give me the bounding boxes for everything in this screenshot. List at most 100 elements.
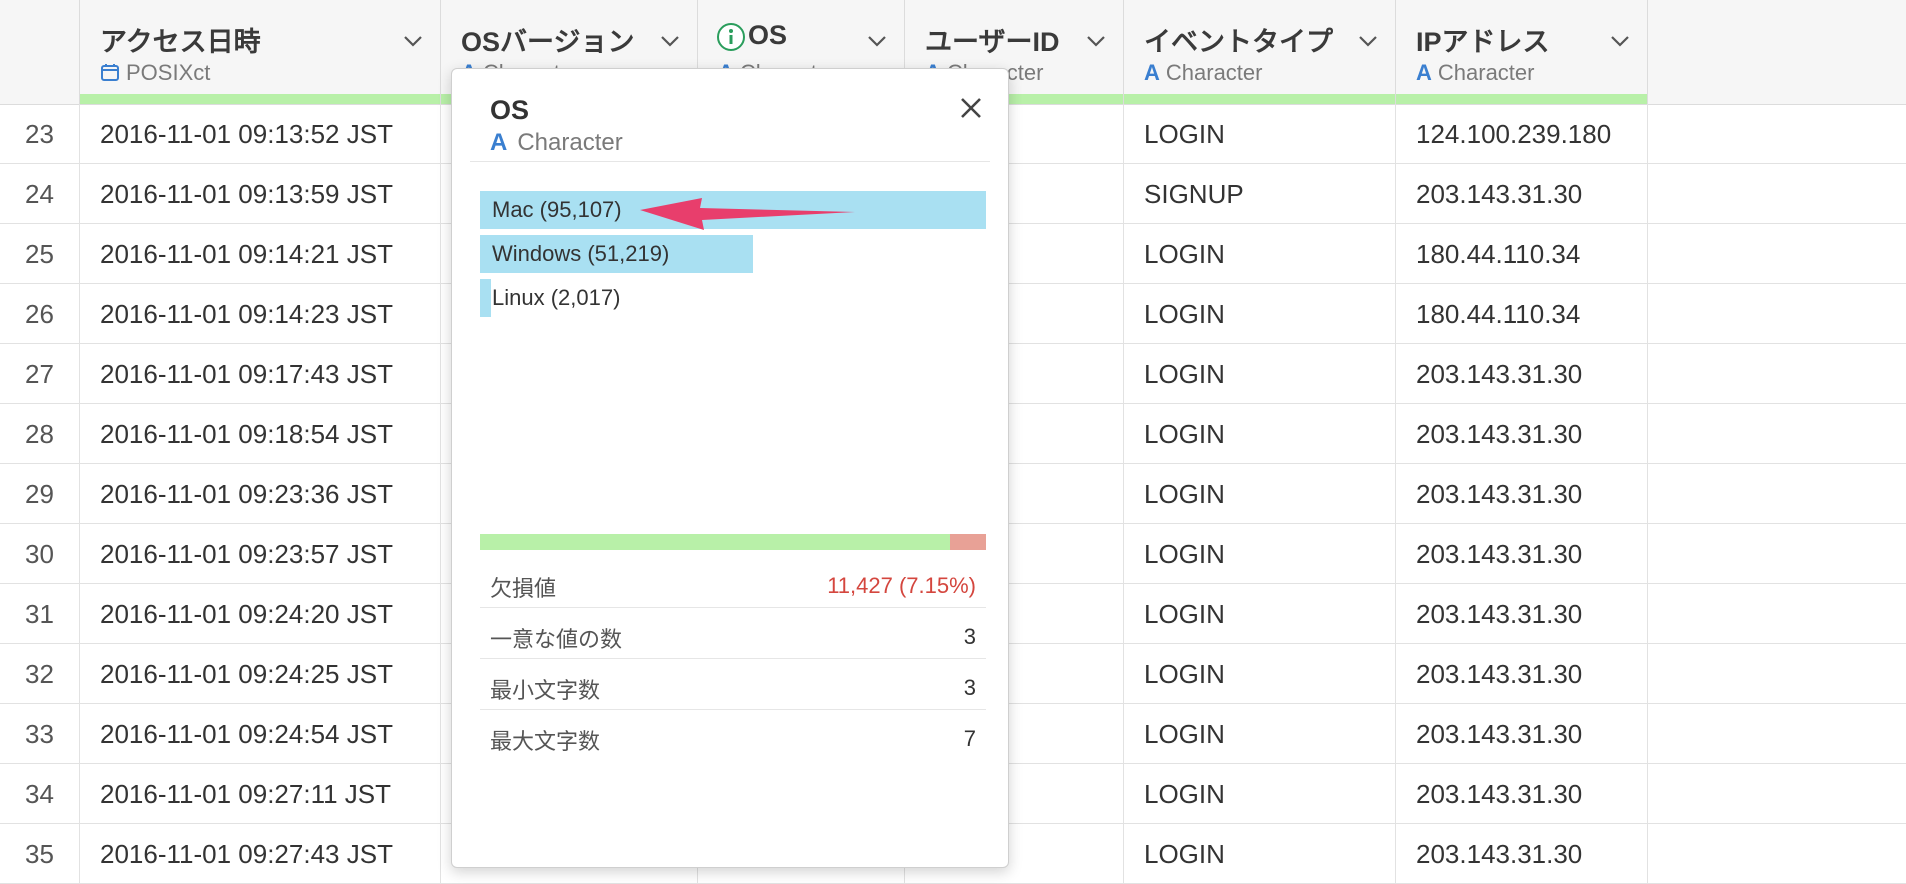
row-number[interactable]: 26	[0, 284, 80, 344]
cell-access-datetime[interactable]: 2016-11-01 09:13:59 JST	[80, 164, 441, 224]
divider	[470, 161, 990, 162]
stat-row-max-length: 最大文字数 7	[480, 710, 986, 760]
cell-ip-address[interactable]: 203.143.31.30	[1396, 344, 1648, 404]
cell-access-datetime[interactable]: 2016-11-01 09:27:11 JST	[80, 764, 441, 824]
column-header-event-type[interactable]: イベントタイプ A Character	[1124, 0, 1396, 104]
column-header-ip-address[interactable]: IPアドレス A Character	[1396, 0, 1648, 104]
cell-event-type[interactable]: LOGIN	[1124, 644, 1396, 704]
column-name: ユーザーID	[925, 27, 1060, 57]
column-stats: 欠損値 11,427 (7.15%) 一意な値の数 3 最小文字数 3 最大文字…	[480, 557, 986, 760]
cell-event-type[interactable]: LOGIN	[1124, 824, 1396, 884]
cell-ip-address[interactable]: 203.143.31.30	[1396, 464, 1648, 524]
cell-ip-address[interactable]: 203.143.31.30	[1396, 764, 1648, 824]
calendar-icon	[101, 64, 119, 81]
cell-event-type[interactable]: LOGIN	[1124, 524, 1396, 584]
column-name: IPアドレス	[1416, 27, 1550, 57]
chevron-down-icon[interactable]	[659, 30, 681, 52]
cell-ip-address[interactable]: 203.143.31.30	[1396, 404, 1648, 464]
row-number[interactable]: 28	[0, 404, 80, 464]
row-number[interactable]: 34	[0, 764, 80, 824]
row-number[interactable]: 23	[0, 104, 80, 164]
data-quality-bar	[80, 94, 440, 104]
cell-access-datetime[interactable]: 2016-11-01 09:17:43 JST	[80, 344, 441, 404]
cell-access-datetime[interactable]: 2016-11-01 09:14:23 JST	[80, 284, 441, 344]
column-name: アクセス日時	[100, 27, 261, 57]
row-number[interactable]: 30	[0, 524, 80, 584]
stat-value: 3	[963, 675, 976, 700]
data-quality-bar	[1124, 94, 1395, 104]
frequency-bar	[480, 279, 491, 317]
chevron-down-icon[interactable]	[402, 30, 424, 52]
cell-ip-address[interactable]: 203.143.31.30	[1396, 524, 1648, 584]
frequency-bar-label: Linux (2,017)	[492, 285, 621, 310]
row-number[interactable]: 31	[0, 584, 80, 644]
cell-ip-address[interactable]: 180.44.110.34	[1396, 224, 1648, 284]
column-type: ACharacter	[1416, 60, 1535, 85]
stat-row-missing: 欠損値 11,427 (7.15%)	[480, 557, 986, 608]
character-icon: A	[1144, 60, 1160, 85]
row-number[interactable]: 29	[0, 464, 80, 524]
chevron-down-icon[interactable]	[1085, 30, 1107, 52]
row-number-header	[0, 0, 80, 104]
character-icon: A	[490, 129, 508, 156]
cell-access-datetime[interactable]: 2016-11-01 09:23:36 JST	[80, 464, 441, 524]
missing-values-bar	[480, 534, 986, 550]
cell-event-type[interactable]: LOGIN	[1124, 284, 1396, 344]
cell-access-datetime[interactable]: 2016-11-01 09:24:20 JST	[80, 584, 441, 644]
cell-event-type[interactable]: LOGIN	[1124, 404, 1396, 464]
row-number[interactable]: 24	[0, 164, 80, 224]
chevron-down-icon[interactable]	[866, 30, 888, 52]
cell-event-type[interactable]: SIGNUP	[1124, 164, 1396, 224]
close-icon[interactable]	[958, 95, 984, 121]
cell-access-datetime[interactable]: 2016-11-01 09:27:43 JST	[80, 824, 441, 884]
column-name: OSバージョン	[461, 27, 635, 57]
cell-event-type[interactable]: LOGIN	[1124, 104, 1396, 164]
cell-access-datetime[interactable]: 2016-11-01 09:24:54 JST	[80, 704, 441, 764]
cell-access-datetime[interactable]: 2016-11-01 09:23:57 JST	[80, 524, 441, 584]
cell-access-datetime[interactable]: 2016-11-01 09:18:54 JST	[80, 404, 441, 464]
frequency-bar-label: Mac (95,107)	[492, 197, 622, 222]
cell-ip-address[interactable]: 203.143.31.30	[1396, 584, 1648, 644]
stat-row-unique: 一意な値の数 3	[480, 608, 986, 659]
cell-ip-address[interactable]: 203.143.31.30	[1396, 644, 1648, 704]
cell-event-type[interactable]: LOGIN	[1124, 344, 1396, 404]
cell-ip-address[interactable]: 203.143.31.30	[1396, 704, 1648, 764]
column-header-access-datetime[interactable]: アクセス日時 POSIXct	[80, 0, 441, 104]
cell-access-datetime[interactable]: 2016-11-01 09:13:52 JST	[80, 104, 441, 164]
cell-event-type[interactable]: LOGIN	[1124, 704, 1396, 764]
stat-label: 一意な値の数	[490, 627, 623, 652]
chevron-down-icon[interactable]	[1357, 30, 1379, 52]
row-number[interactable]: 27	[0, 344, 80, 404]
stat-value: 7	[963, 726, 976, 751]
cell-ip-address[interactable]: 180.44.110.34	[1396, 284, 1648, 344]
column-type: ACharacter	[1144, 60, 1263, 85]
cell-event-type[interactable]: LOGIN	[1124, 464, 1396, 524]
cell-access-datetime[interactable]: 2016-11-01 09:14:21 JST	[80, 224, 441, 284]
stat-value: 3	[963, 624, 976, 649]
cell-access-datetime[interactable]: 2016-11-01 09:24:25 JST	[80, 644, 441, 704]
stat-label: 最小文字数	[490, 678, 601, 703]
popover-title: OS	[490, 95, 530, 125]
chevron-down-icon[interactable]	[1609, 30, 1631, 52]
cell-event-type[interactable]: LOGIN	[1124, 764, 1396, 824]
data-quality-bar	[1396, 94, 1647, 104]
column-type: POSIXct	[100, 60, 210, 86]
stat-label: 欠損値	[490, 576, 557, 601]
cell-event-type[interactable]: LOGIN	[1124, 224, 1396, 284]
row-number[interactable]: 25	[0, 224, 80, 284]
info-icon	[717, 23, 745, 51]
column-name: OS	[748, 20, 788, 50]
row-number[interactable]: 32	[0, 644, 80, 704]
stat-label: 最大文字数	[490, 729, 601, 754]
stat-row-min-length: 最小文字数 3	[480, 659, 986, 710]
annotation-arrow	[640, 198, 855, 230]
cell-ip-address[interactable]: 203.143.31.30	[1396, 164, 1648, 224]
row-number[interactable]: 33	[0, 704, 80, 764]
frequency-bar-row[interactable]: Linux (2,017)	[480, 279, 986, 317]
cell-event-type[interactable]: LOGIN	[1124, 584, 1396, 644]
popover-column-type: A Character	[490, 129, 623, 156]
column-name: イベントタイプ	[1144, 27, 1333, 57]
cell-ip-address[interactable]: 124.100.239.180	[1396, 104, 1648, 164]
row-number[interactable]: 35	[0, 824, 80, 884]
cell-ip-address[interactable]: 203.143.31.30	[1396, 824, 1648, 884]
